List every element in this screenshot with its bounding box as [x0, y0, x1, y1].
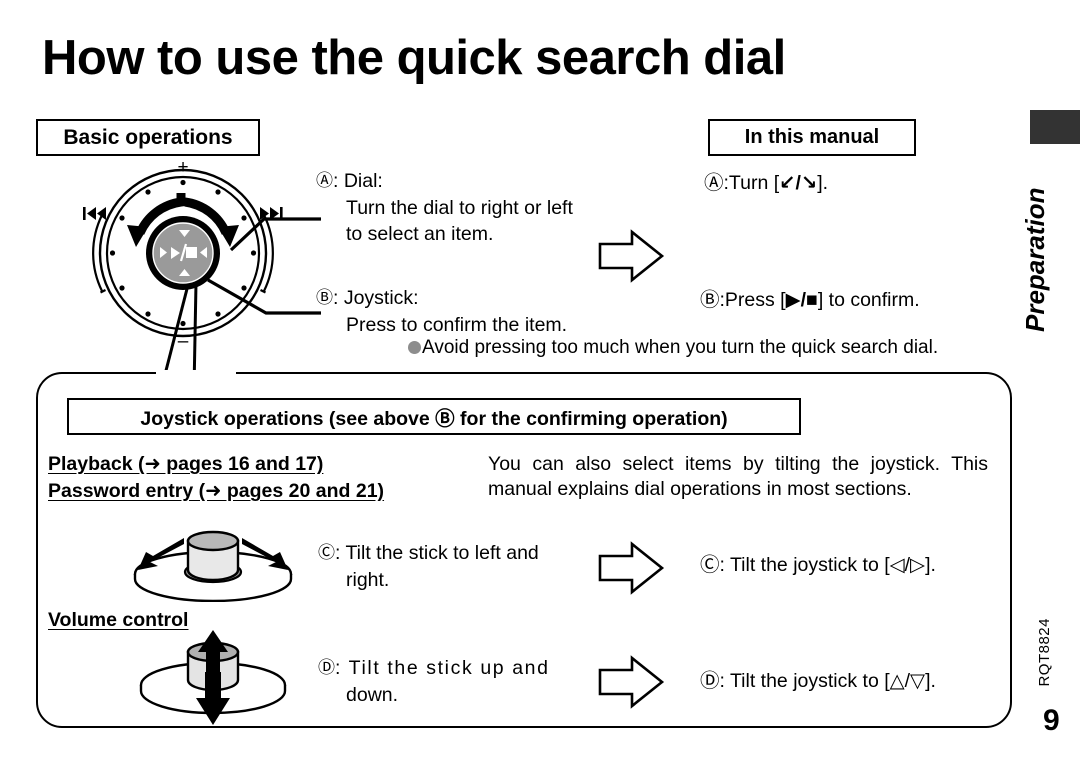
joystick-line1: Press to confirm the item. — [346, 314, 568, 336]
marker-b: Ⓑ — [316, 288, 333, 307]
left-right-triangles-icon: ◁/▷ — [889, 554, 926, 576]
row-c-left-text: Ⓒ: Tilt the stick to left and right. — [318, 540, 568, 593]
row-c-left-line1: : Tilt the stick to left and — [335, 542, 539, 564]
manual-line-a: Ⓐ:Turn [↙/↘]. — [704, 170, 1004, 196]
row-d-left-line1: : Tilt the stick up and — [335, 657, 550, 679]
page-title: How to use the quick search dial — [42, 31, 786, 85]
flow-arrow-icon — [596, 228, 666, 289]
chapter-name: Preparation — [1020, 187, 1050, 333]
manual-line-b: Ⓑ:Press [▶/■] to confirm. — [700, 287, 1020, 313]
row-c-right-prefix: Ⓒ: Tilt the joystick to [ — [700, 554, 890, 576]
dial-heading: : Dial: — [333, 170, 383, 192]
row-c-right-text: Ⓒ: Tilt the joystick to [◁/▷]. — [700, 552, 1000, 578]
row-c-right-suffix: ]. — [925, 554, 936, 576]
manual-a-prefix: Ⓐ:Turn [ — [704, 172, 780, 194]
row-d-right-suffix: ]. — [925, 670, 936, 692]
joystick-description-paragraph: You can also select items by tilting the… — [488, 453, 988, 500]
basic-operations-heading: Basic operations — [36, 119, 260, 156]
chapter-tab-marker — [1030, 110, 1080, 144]
joystick-heading: : Joystick: — [333, 287, 419, 309]
row-d-right-text: Ⓓ: Tilt the joystick to [△/▽]. — [700, 668, 1000, 694]
row-d-right-prefix: Ⓓ: Tilt the joystick to [ — [700, 670, 890, 692]
flow-arrow-icon-d — [596, 654, 666, 715]
manual-b-prefix: Ⓑ:Press [ — [700, 289, 786, 311]
marker-c: Ⓒ — [318, 543, 335, 562]
up-down-triangles-icon: △/▽ — [889, 670, 926, 692]
joystick-operations-heading: Joystick operations (see above Ⓑ for the… — [67, 398, 801, 435]
dial-line1: Turn the dial to right or left — [346, 197, 573, 219]
document-code: RQT8824 — [1036, 618, 1053, 687]
row-c-left-line2: right. — [346, 569, 390, 591]
row-d-left-line2: down. — [346, 684, 399, 706]
play-stop-icon: ▶/■ — [785, 289, 818, 311]
caution-note: Avoid pressing too much when you turn th… — [408, 336, 938, 360]
panel-notch — [156, 370, 236, 378]
flow-arrow-icon-c — [596, 540, 666, 601]
joystick-up-down-diagram — [128, 630, 298, 730]
bullet-icon — [408, 341, 421, 354]
turn-arrows-icon: ↙/↘ — [779, 172, 818, 194]
page-number: 9 — [1043, 704, 1060, 737]
joystick-description: Ⓑ: Joystick: Press to confirm the item. — [316, 285, 606, 338]
dial-description: Ⓐ: Dial: Turn the dial to right or left … — [316, 168, 606, 247]
caution-note-text: Avoid pressing too much when you turn th… — [422, 337, 939, 358]
row-d-left-text: Ⓓ: Tilt the stick up and down. — [318, 655, 568, 708]
in-this-manual-heading: In this manual — [708, 119, 916, 156]
playback-reference-link[interactable]: Playback (➜ pages 16 and 17) — [48, 452, 323, 476]
password-entry-reference-link[interactable]: Password entry (➜ pages 20 and 21) — [48, 479, 384, 503]
volume-control-label: Volume control — [48, 609, 189, 631]
marker-d: Ⓓ — [318, 658, 335, 677]
manual-b-suffix: ] to confirm. — [817, 289, 920, 311]
manual-page: How to use the quick search dial Basic o… — [0, 0, 1080, 766]
joystick-left-right-diagram — [128, 522, 298, 607]
dial-line2: to select an item. — [346, 223, 494, 245]
manual-a-suffix: ]. — [817, 172, 829, 194]
marker-a: Ⓐ — [316, 171, 333, 190]
